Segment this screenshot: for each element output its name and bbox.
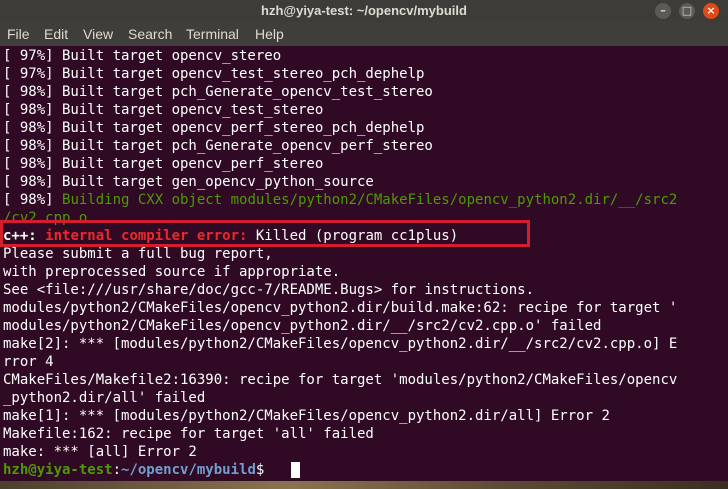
output-line: [ 98%] Built target opencv_perf_stereo_p… [3,120,425,136]
output-line: modules/python2/CMakeFiles/opencv_python… [3,318,602,334]
menu-bar: File Edit View Search Terminal Help [0,22,728,46]
prompt-line[interactable]: hzh@yiya-test:~/opencv/mybuild$ [3,461,273,479]
output-line: Makefile:162: recipe for target 'all' fa… [3,426,374,442]
output-line: make[2]: *** [modules/python2/CMakeFiles… [3,336,678,352]
output-line: with preprocessed source if appropriate. [3,264,341,280]
title-bar[interactable]: hzh@yiya-test: ~/opencv/mybuild – □ × [0,0,728,22]
output-line: [ 97%] Built target opencv_stereo [3,48,282,64]
close-button[interactable]: × [703,3,719,19]
output-line: make[1]: *** [modules/python2/CMakeFiles… [3,408,610,424]
prompt-separator: : [112,462,122,478]
menu-search[interactable]: Search [128,26,172,42]
output-line: [ 98%] Built target pch_Generate_opencv_… [3,138,433,154]
prompt-symbol: $ [255,462,273,478]
output-line: [ 97%] Built target opencv_test_stereo_p… [3,66,425,82]
menu-file[interactable]: File [7,26,30,42]
maximize-button[interactable]: □ [679,3,695,19]
output-line: See <file:///usr/share/doc/gcc-7/README.… [3,282,535,298]
building-prefix: [ 98%] [3,192,63,208]
terminal-output[interactable]: [ 97%] Built target opencv_stereo [ 97%]… [0,46,728,481]
menu-edit[interactable]: Edit [44,26,68,42]
output-line: Please submit a full bug report, [3,246,273,262]
output-line: [ 98%] Built target pch_Generate_opencv_… [3,84,433,100]
desktop-background [0,481,728,489]
terminal-window: hzh@yiya-test: ~/opencv/mybuild – □ × Fi… [0,0,728,489]
output-line: rror 4 [3,354,54,370]
minimize-button[interactable]: – [655,3,671,19]
output-line: modules/python2/CMakeFiles/opencv_python… [3,300,678,316]
menu-terminal[interactable]: Terminal [186,26,239,42]
output-line: [ 98%] Built target gen_opencv_python_so… [3,174,374,190]
error-highlight-box [0,220,530,247]
output-line: make: *** [all] Error 2 [3,444,197,460]
building-line: [ 98%] Building CXX object modules/pytho… [3,191,677,209]
menu-help[interactable]: Help [255,26,284,42]
building-text: Building CXX object modules/python2/CMak… [62,192,678,208]
prompt-path: ~/opencv/mybuild [121,462,256,478]
window-title: hzh@yiya-test: ~/opencv/mybuild [261,3,467,18]
prompt-user: hzh@yiya-test [3,462,113,478]
menu-view[interactable]: View [83,26,113,42]
text-cursor [291,462,300,478]
output-line: [ 98%] Built target opencv_test_stereo [3,102,324,118]
output-line: _python2.dir/all' failed [3,390,206,406]
output-line: CMakeFiles/Makefile2:16390: recipe for t… [3,372,678,388]
output-line: [ 98%] Built target opencv_perf_stereo [3,156,324,172]
